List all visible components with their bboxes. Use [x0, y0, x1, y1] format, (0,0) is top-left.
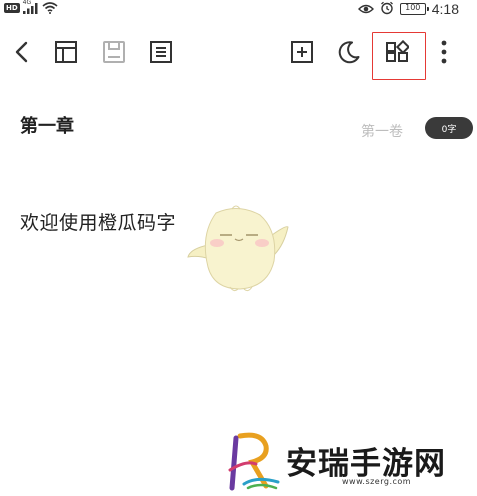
status-time: 4:18 [431, 1, 459, 17]
hd-badge: HD [4, 3, 20, 13]
chapter-title[interactable]: 第一章 [20, 112, 74, 138]
editor-body-text[interactable]: 欢迎使用橙瓜码字 [20, 208, 176, 235]
watermark-logo-icon [226, 430, 282, 496]
watermark-url: www.szerg.com [342, 477, 412, 486]
battery-level: 100 [405, 3, 421, 12]
mascot-illustration [186, 205, 290, 297]
add-chapter-button[interactable] [280, 28, 324, 80]
night-mode-icon [337, 40, 361, 68]
save-button[interactable] [92, 28, 136, 80]
add-chapter-icon [290, 40, 314, 68]
outline-button[interactable] [139, 28, 183, 80]
battery-indicator: 100 [399, 3, 429, 15]
eye-comfort-icon [357, 0, 374, 19]
back-button[interactable] [0, 28, 44, 80]
word-count-badge: 0字 [425, 117, 473, 139]
watermark: 安瑞手游网 www.szerg.com [226, 430, 476, 492]
outline-icon [149, 40, 173, 68]
night-mode-button[interactable] [327, 28, 371, 80]
table-button[interactable] [44, 28, 88, 80]
overflow-menu-button[interactable] [422, 28, 466, 80]
table-icon [54, 40, 78, 68]
volume-label[interactable]: 第一卷 [361, 121, 403, 141]
save-icon [102, 40, 126, 68]
highlight-box [372, 32, 426, 80]
status-left: HD 4G [4, 0, 58, 16]
overflow-menu-icon [440, 39, 448, 69]
signal-icon: 4G [22, 0, 39, 15]
back-icon [12, 40, 32, 68]
wifi-icon [42, 0, 58, 18]
alarm-icon [380, 0, 394, 19]
status-bar: HD 4G 100 4:18 [0, 0, 477, 18]
status-right: 100 4:18 [357, 0, 459, 19]
